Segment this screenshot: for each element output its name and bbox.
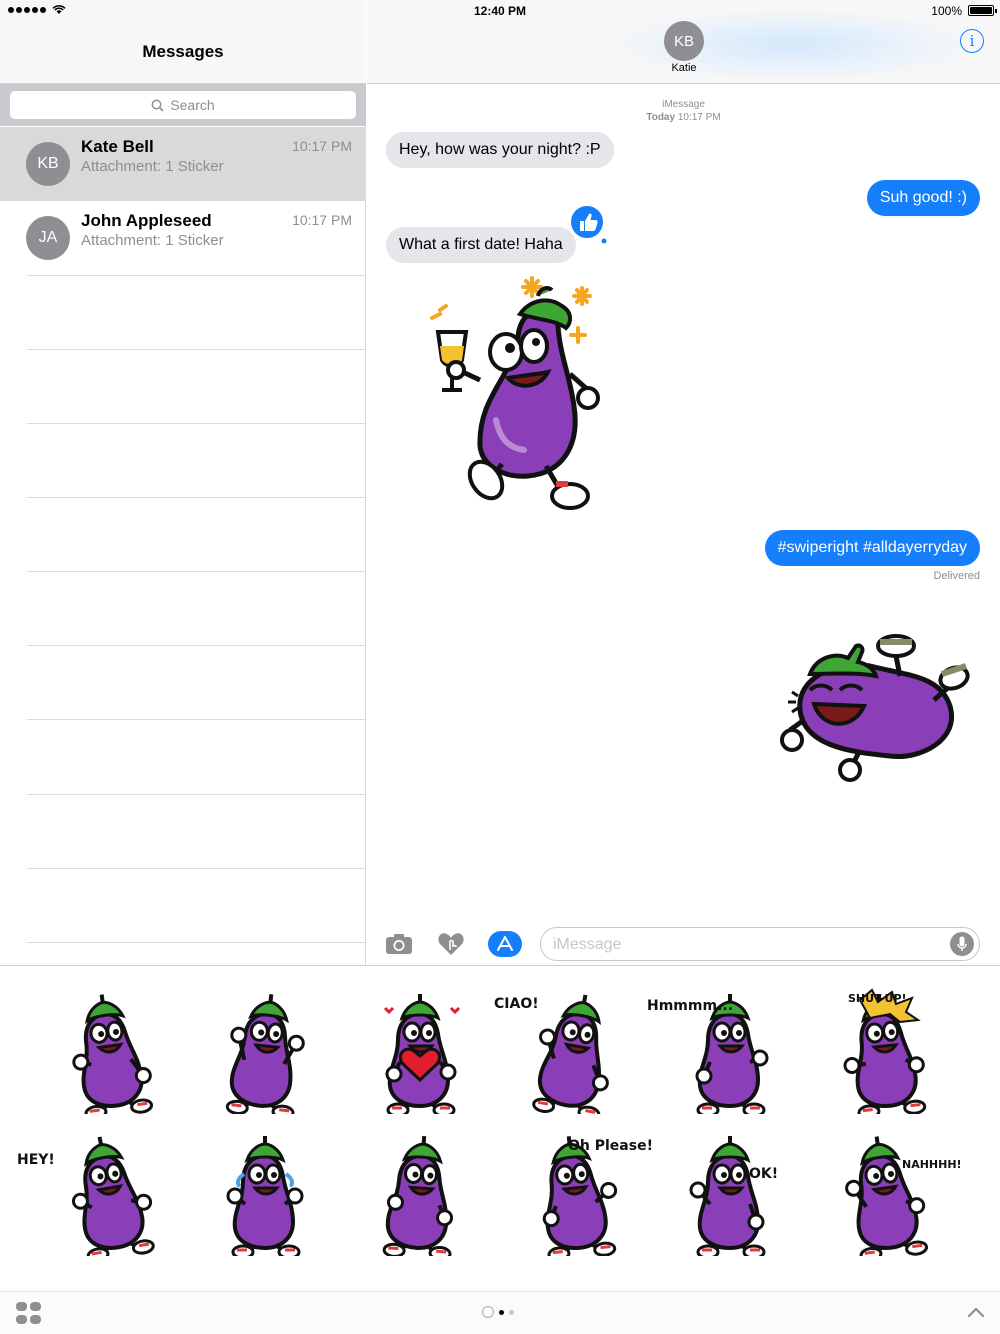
sticker-art [382, 1136, 454, 1262]
page-dot-active [499, 1309, 504, 1315]
search-input[interactable]: Search [10, 91, 356, 119]
row-divider [27, 497, 365, 498]
conversation-list-pane: Messages Search KB Kate Bell Attachment:… [0, 0, 366, 965]
sticker-eggplant-laughing-flip[interactable] [770, 630, 975, 785]
timestamp: Today 10:17 PM [367, 111, 1000, 124]
sticker-eggplant-wave-shy[interactable] [200, 984, 330, 1120]
sticker-caption: NAHHHH! [902, 1158, 962, 1171]
message-time: 10:17 PM [292, 138, 352, 154]
camera-icon [386, 934, 412, 954]
row-divider [27, 349, 365, 350]
app-drawer-button[interactable] [16, 1302, 42, 1324]
sticker-art [845, 1136, 928, 1263]
timestamp-time: 10:17 PM [677, 112, 721, 123]
sticker-caption: Oh Please! [568, 1138, 653, 1154]
app-store-icon [497, 936, 513, 951]
row-divider [27, 645, 365, 646]
status-bar: 12:40 PM 100% [0, 0, 1000, 22]
status-time: 12:40 PM [473, 4, 527, 18]
contact-avatar[interactable]: KB [664, 21, 704, 61]
message-bubble-incoming[interactable]: Hey, how was your night? :P [386, 132, 614, 168]
sticker-drawer: CIAO! Hmmmm... SHUT-UP! HEY! Oh Please! … [0, 965, 1000, 1291]
sticker-eggplant-heart[interactable] [355, 984, 485, 1118]
search-icon [151, 99, 164, 112]
service-label: iMessage [662, 99, 705, 110]
row-divider [27, 794, 365, 795]
camera-button[interactable] [384, 929, 414, 959]
row-divider [27, 275, 365, 276]
page-dot [509, 1309, 514, 1315]
message-input-field[interactable] [540, 927, 980, 961]
sticker-art [72, 994, 153, 1121]
sticker-caption: HEY! [17, 1152, 55, 1168]
conversation-row-john-appleseed[interactable]: JA John Appleseed Attachment: 1 Sticker … [0, 201, 366, 275]
row-divider [27, 942, 365, 943]
sticker-art [225, 994, 305, 1120]
contact-name: John Appleseed [81, 211, 212, 230]
info-button[interactable]: i [960, 29, 984, 53]
message-bubble-outgoing[interactable]: #swiperight #alldayerryday [764, 530, 980, 566]
sticker-eggplant-oh-please[interactable]: Oh Please! [510, 1126, 653, 1262]
sticker-art [71, 1136, 155, 1263]
conversation-row-kate-bell[interactable]: KB Kate Bell Attachment: 1 Sticker 10:17… [0, 127, 366, 201]
search-bar: Search [0, 84, 366, 126]
sticker-eggplant-cry[interactable] [200, 1126, 330, 1260]
battery-percent: 100% [931, 4, 962, 18]
heart-touch-icon [438, 933, 464, 955]
row-divider [27, 868, 365, 869]
sticker-eggplant-hmm[interactable]: Hmmmm... [647, 984, 795, 1118]
contact-name: Kate Bell [81, 137, 154, 156]
app-store-button[interactable] [488, 931, 522, 957]
avatar: KB [26, 142, 70, 186]
thumbs-up-tapback-icon[interactable] [569, 204, 609, 244]
sticker-eggplant-shut-up[interactable]: SHUT-UP! [820, 984, 950, 1120]
timestamp-day: Today [646, 112, 676, 123]
sticker-caption: Hmmmm... [647, 998, 734, 1014]
info-icon: i [969, 32, 975, 50]
chevron-up-icon[interactable] [966, 1304, 986, 1320]
sticker-art [689, 1136, 766, 1260]
sticker-eggplant-dance[interactable] [45, 984, 175, 1121]
sticker-caption: OK! [749, 1166, 779, 1182]
compose-bar [367, 915, 1000, 965]
messages-app: 12:40 PM 100% Messages Search KB Kate Be… [0, 0, 1000, 1334]
sticker-eggplant-hey[interactable]: HEY! [17, 1126, 175, 1263]
avatar: JA [26, 216, 70, 260]
message-preview: Attachment: 1 Sticker [81, 158, 224, 175]
sticker-caption: CIAO! [494, 996, 539, 1012]
row-divider [27, 571, 365, 572]
app-grid-icon [16, 1302, 27, 1311]
message-preview: Attachment: 1 Sticker [81, 232, 224, 249]
sticker-eggplant-wine-toast[interactable] [420, 270, 610, 515]
sticker-eggplant-nahhh[interactable]: NAHHHH! [820, 1126, 962, 1263]
row-divider [27, 719, 365, 720]
microphone-icon [957, 936, 967, 951]
sticker-eggplant-thumbs-up[interactable] [355, 1126, 485, 1262]
page-title: Messages [142, 42, 224, 61]
sticker-caption: SHUT-UP! [848, 992, 907, 1005]
sticker-art [226, 1136, 304, 1260]
battery-icon [968, 5, 997, 16]
search-placeholder: Search [170, 97, 215, 113]
thread-timestamp: iMessage Today 10:17 PM [367, 98, 1000, 124]
page-indicator[interactable] [482, 1306, 514, 1318]
message-input[interactable] [553, 932, 943, 958]
sticker-eggplant-ok[interactable]: OK! [665, 1126, 795, 1260]
recents-clock-icon [482, 1306, 494, 1318]
row-divider [27, 423, 365, 424]
sticker-art [383, 994, 461, 1118]
contact-name[interactable]: Katie [634, 62, 734, 74]
dictation-button[interactable] [950, 932, 974, 956]
digital-touch-button[interactable] [436, 929, 466, 959]
message-bubble-outgoing[interactable]: Suh good! :) [866, 180, 980, 216]
message-bubble-incoming[interactable]: What a first date! Haha [386, 227, 576, 263]
sticker-eggplant-ciao[interactable]: CIAO! [494, 984, 640, 1121]
delivered-status: Delivered [933, 570, 980, 582]
app-drawer-bar [0, 1291, 1000, 1334]
message-time: 10:17 PM [292, 212, 352, 228]
